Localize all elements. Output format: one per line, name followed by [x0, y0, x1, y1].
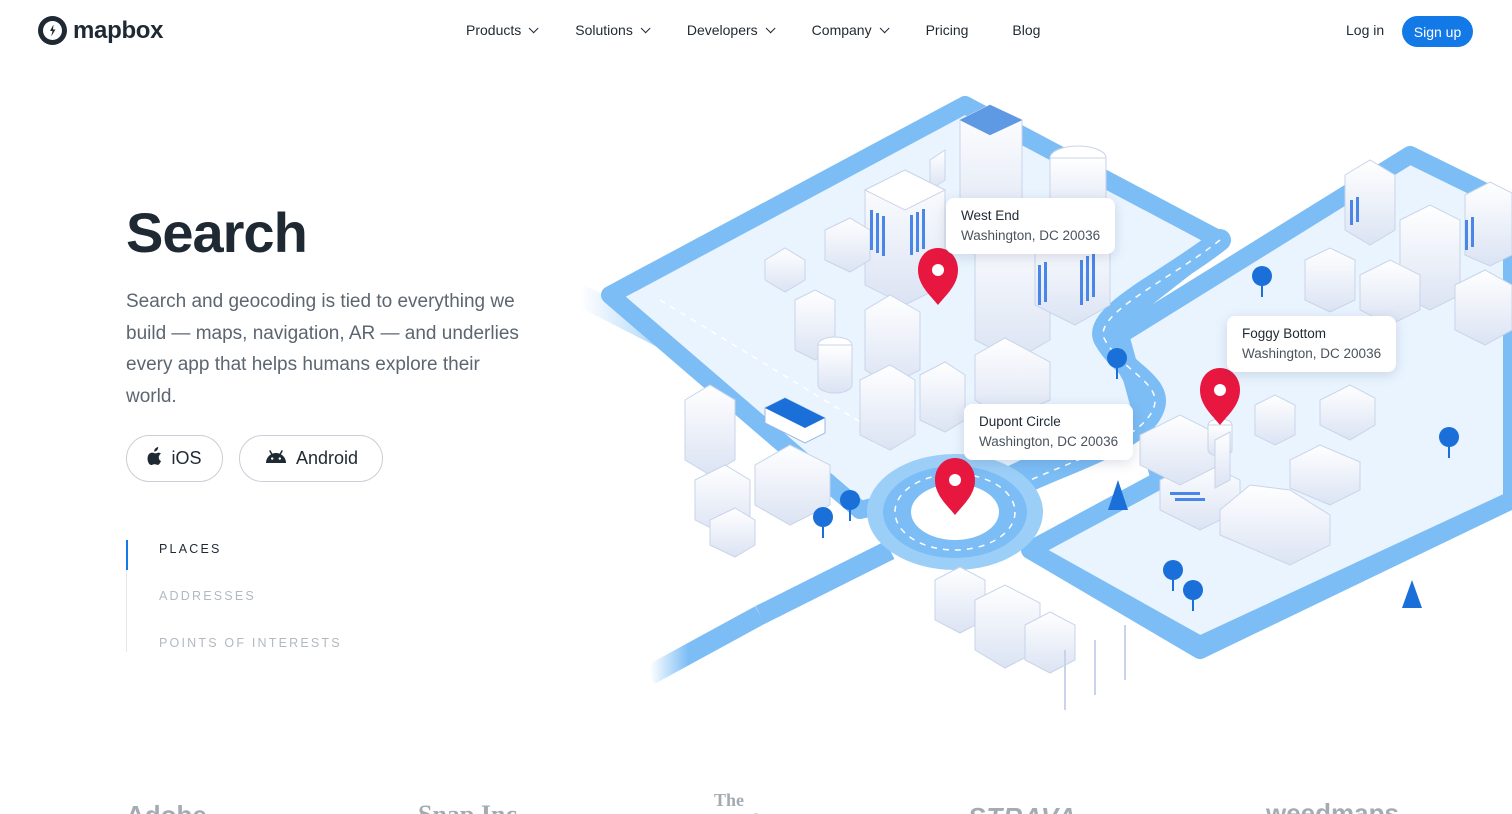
chevron-down-icon [765, 22, 776, 33]
ios-button[interactable]: iOS [126, 435, 223, 482]
android-icon [264, 448, 288, 469]
android-button-label: Android [295, 448, 359, 468]
weedmaps-logo: weedmaps [1266, 798, 1399, 814]
nav-products[interactable]: Products [466, 22, 539, 38]
isometric-city-map: West End Washington, DC 20036 Foggy Bott… [560, 80, 1512, 730]
nav-label: Solutions [575, 22, 633, 38]
nav-label: Products [466, 22, 522, 38]
nav-pricing[interactable]: Pricing [926, 22, 969, 38]
main-nav: Products Solutions Developers Company Pr… [466, 22, 1040, 38]
adobe-logo: Adobe [126, 800, 207, 814]
callout-name: Foggy Bottom [1242, 326, 1327, 341]
nav-label: Blog [1012, 22, 1041, 38]
callout-name: Dupont Circle [979, 414, 1061, 429]
callout-west-end[interactable]: West End Washington, DC 20036 [946, 198, 1116, 254]
callout-address: Washington, DC 20036 [961, 228, 1101, 243]
nav-label: Pricing [925, 22, 969, 38]
snap-logo: Snap Inc. [418, 800, 524, 814]
strava-logo: STRAVA [968, 802, 1077, 814]
nav-blog[interactable]: Blog [1012, 22, 1040, 38]
the-weather-logo: The Weather [714, 790, 780, 814]
nav-label: Company [811, 22, 872, 38]
mapbox-logo[interactable]: mapbox [38, 16, 164, 45]
active-tab-indicator [126, 540, 128, 570]
chevron-down-icon [528, 22, 539, 33]
tab-addresses[interactable]: ADDRESSES [159, 589, 256, 603]
customer-logos: Adobe Snap Inc. The Weather STRAVA weedm… [0, 790, 1512, 814]
nav-solutions[interactable]: Solutions [575, 22, 651, 38]
page-title: Search [126, 201, 308, 264]
logo-wordmark: mapbox [73, 16, 164, 44]
ios-button-label: iOS [171, 448, 202, 468]
tab-places[interactable]: PLACES [159, 542, 222, 556]
nav-company[interactable]: Company [811, 22, 890, 38]
site-header: mapbox Products Solutions Developers Com… [0, 0, 1512, 62]
callout-dupont-circle[interactable]: Dupont Circle Washington, DC 20036 [964, 404, 1134, 460]
nav-developers[interactable]: Developers [686, 22, 776, 38]
login-link[interactable]: Log in [1346, 22, 1384, 38]
chevron-down-icon [640, 22, 651, 33]
android-button[interactable]: Android [239, 435, 383, 482]
nav-label: Developers [686, 22, 758, 38]
tab-points-of-interests[interactable]: POINTS OF INTERESTS [159, 636, 342, 650]
chevron-down-icon [879, 22, 890, 33]
apple-icon [147, 447, 163, 470]
callout-address: Washington, DC 20036 [1242, 346, 1382, 361]
hero-description: Search and geocoding is tied to everythi… [126, 291, 519, 407]
callout-name: West End [961, 208, 1020, 223]
mapbox-logo-icon [38, 16, 67, 45]
callout-foggy-bottom[interactable]: Foggy Bottom Washington, DC 20036 [1227, 316, 1397, 372]
signup-button[interactable]: Sign up [1402, 16, 1473, 47]
search-type-tabs: PLACES ADDRESSES POINTS OF INTERESTS [126, 528, 386, 652]
callout-address: Washington, DC 20036 [979, 434, 1119, 449]
